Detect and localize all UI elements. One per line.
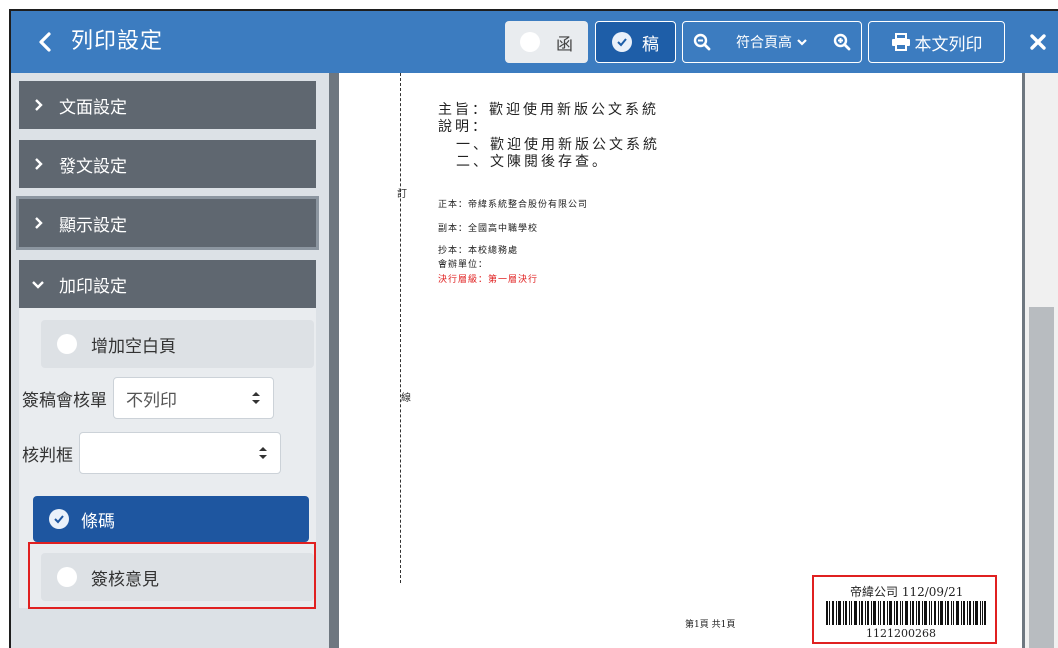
letter-toggle-button[interactable]: 函 [505, 21, 588, 63]
sort-arrows-icon [252, 392, 260, 404]
judgment-box-select[interactable] [79, 432, 281, 474]
panel-layout-settings[interactable]: 文面設定 [19, 81, 316, 129]
scrollbar-thumb[interactable] [1029, 307, 1054, 648]
document-preview: 訂 線 主旨：歡迎使用新版公文系統 說明： 一、歡迎使用新版公文系統 二、文陳閱… [329, 73, 1058, 648]
barcode-number: 1121200268 [866, 627, 936, 640]
printer-icon [891, 33, 910, 51]
doc-subject: 主旨：歡迎使用新版公文系統 [438, 102, 659, 118]
barcode-highlight-box: 帝緯公司 112/09/21 1121200268 [812, 575, 997, 644]
zoom-select[interactable]: 符合頁高 [736, 32, 808, 52]
barcode-company-date: 帝緯公司 112/09/21 [850, 585, 964, 599]
barcode-image [826, 601, 986, 625]
field-label: 核判框 [22, 445, 73, 466]
doc-item-2: 二、文陳閱後存查。 [456, 154, 609, 170]
panel-dispatch-settings[interactable]: 發文設定 [19, 140, 316, 188]
panel-display-settings[interactable]: 顯示設定 [16, 196, 319, 250]
doc-co-units: 會辦單位： [438, 260, 489, 270]
doc-cc: 抄本：本校總務處 [438, 246, 519, 256]
settings-sidebar: 文面設定 發文設定 顯示設定 加印設定 增加空白頁 簽稿會核單 不列印 核判框 … [11, 73, 329, 648]
chevron-down-icon [32, 281, 44, 289]
header-bar: 列印設定 函 稿 符合頁高 本文列印 [11, 11, 1058, 73]
panel-label: 文面設定 [59, 97, 127, 118]
check-circle-icon [612, 32, 632, 52]
page-number: 第1頁 共1頁 [685, 620, 736, 630]
doc-copy: 副本：全國高中職學校 [438, 224, 539, 234]
page-title: 列印設定 [71, 29, 164, 54]
chevron-right-icon [35, 217, 43, 229]
doc-original: 正本：帝緯系統整合股份有限公司 [438, 200, 589, 210]
draft-label: 稿 [642, 34, 659, 55]
barcode-option[interactable]: 條碼 [33, 496, 309, 542]
draft-toggle-button[interactable]: 稿 [595, 21, 676, 63]
panel-label: 加印設定 [59, 276, 127, 297]
check-circle-icon [49, 509, 69, 529]
zoom-out-icon[interactable] [693, 33, 711, 51]
doc-explanation: 說明： [438, 119, 489, 135]
print-label: 本文列印 [914, 34, 983, 55]
zoom-control: 符合頁高 [682, 21, 862, 63]
chevron-right-icon [35, 99, 43, 111]
chevron-right-icon [35, 158, 43, 170]
panel-label: 發文設定 [59, 156, 127, 177]
letter-label: 函 [556, 34, 573, 55]
option-label: 增加空白頁 [91, 336, 176, 357]
blank-page-option[interactable]: 增加空白頁 [41, 320, 314, 368]
panel-extra-print-settings[interactable]: 加印設定 [19, 260, 316, 308]
radio-unchecked-icon [520, 32, 540, 52]
sign-review-sheet-row: 簽稿會核單 不列印 [22, 377, 274, 419]
radio-unchecked-icon [57, 334, 77, 354]
sort-arrows-icon [259, 447, 267, 459]
chevron-down-icon [797, 39, 807, 46]
zoom-label: 符合頁高 [736, 35, 792, 51]
sign-review-sheet-select[interactable]: 不列印 [113, 377, 274, 419]
select-value: 不列印 [126, 390, 177, 411]
preview-scrollbar[interactable] [1025, 73, 1058, 648]
document-page: 訂 線 主旨：歡迎使用新版公文系統 說明： 一、歡迎使用新版公文系統 二、文陳閱… [339, 73, 1022, 648]
margin-mark-top: 訂 [397, 189, 407, 200]
doc-item-1: 一、歡迎使用新版公文系統 [456, 137, 660, 153]
panel-label: 顯示設定 [59, 215, 127, 236]
doc-decision-level: 決行層級：第一層決行 [438, 275, 539, 285]
judgment-box-row: 核判框 [22, 432, 281, 474]
print-document-button[interactable]: 本文列印 [868, 21, 1005, 63]
zoom-in-icon[interactable] [833, 33, 851, 51]
close-icon[interactable] [1029, 33, 1047, 51]
chevron-left-icon[interactable] [35, 31, 55, 53]
binding-line [400, 73, 401, 583]
print-settings-window: 列印設定 函 稿 符合頁高 本文列印 文面設定 發文設定 顯示設定 加印設定 增… [9, 9, 1058, 648]
margin-mark-bottom: 線 [401, 393, 411, 404]
field-label: 簽稿會核單 [22, 390, 107, 411]
option-label: 條碼 [81, 511, 115, 532]
barcode-highlight-box [28, 542, 316, 609]
